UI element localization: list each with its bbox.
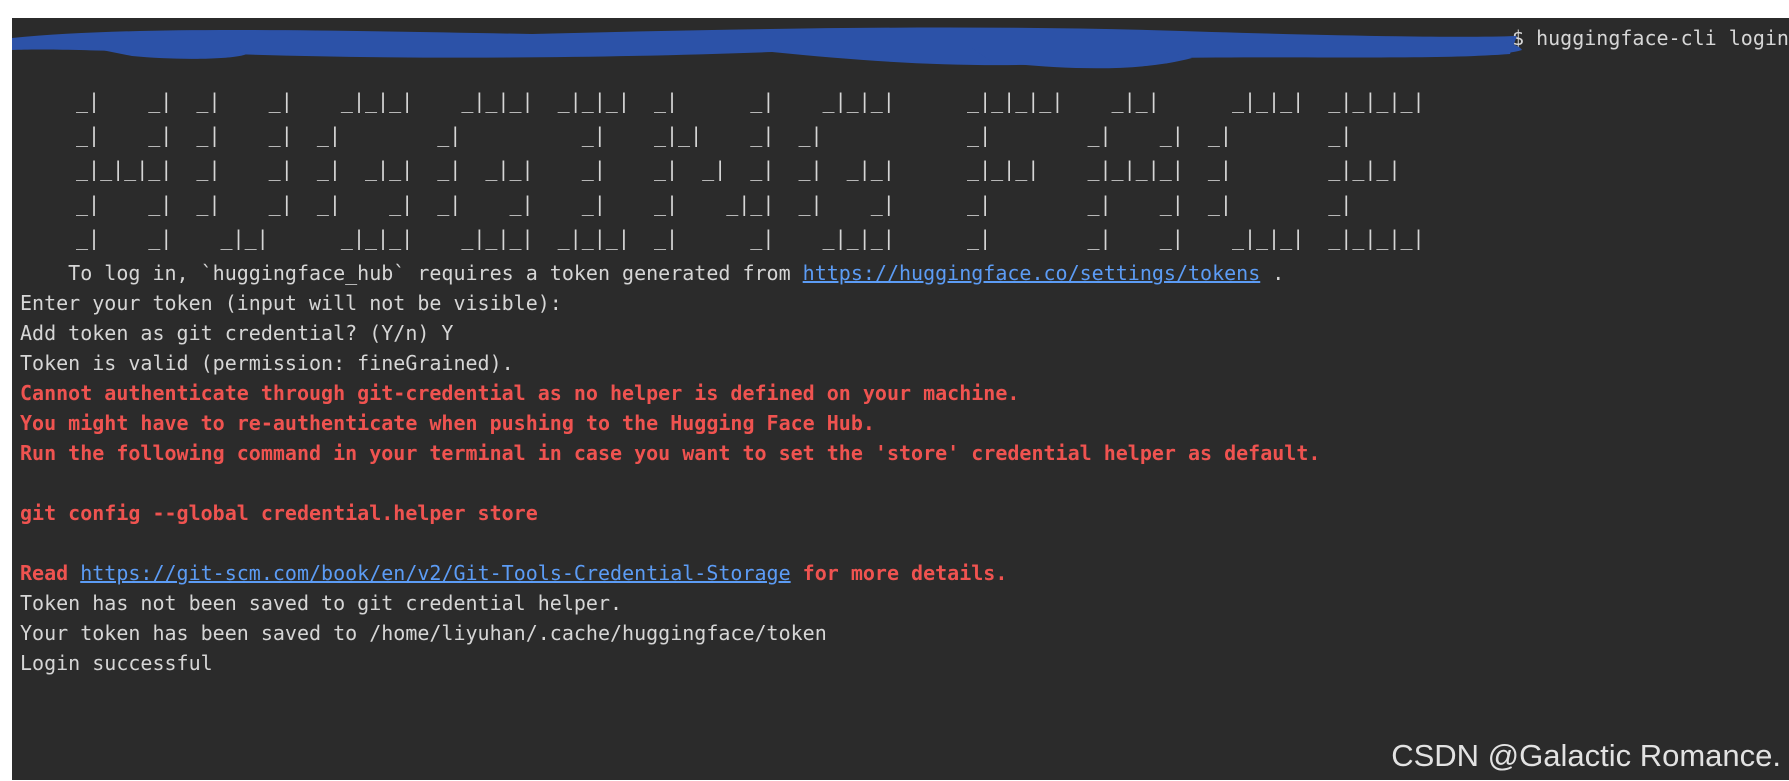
git-config-command: git config --global credential.helper st… (20, 501, 538, 525)
banner-line: _| _| _| _| _| _| _| _| _| _| _|_| _| _|… (76, 191, 1353, 216)
csdn-watermark: CSDN @Galactic Romance. (1391, 738, 1781, 773)
read-suffix: for more details. (790, 561, 1008, 585)
banner-line: _| _| _|_| _|_|_| _|_|_| _|_|_| _| _| _|… (76, 225, 1425, 250)
error-run-command: Run the following command in your termin… (20, 441, 1321, 465)
add-git-credential-prompt: Add token as git credential? (Y/n) Y (20, 321, 454, 345)
banner-line: _|_|_|_| _| _| _| _|_| _| _|_| _| _| _| … (76, 157, 1401, 182)
terminal-window[interactable]: $ huggingface-cli login _| _| _| _| _|_|… (12, 18, 1789, 780)
git-docs-url-link[interactable]: https://git-scm.com/book/en/v2/Git-Tools… (80, 561, 790, 585)
login-instruction-line: To log in, `huggingface_hub` requires a … (20, 258, 1284, 288)
banner-line: _| _| _| _| _| _| _| _|_| _| _| _| _| _|… (76, 123, 1353, 148)
login-instruction-suffix: . (1260, 261, 1285, 285)
redaction-scribble (12, 27, 1522, 69)
error-reauthenticate: You might have to re-authenticate when p… (20, 411, 875, 435)
error-no-helper: Cannot authenticate through git-credenti… (20, 381, 1020, 405)
banner-line: _| _| _| _| _|_|_| _|_|_| _|_|_| _| _| _… (76, 89, 1425, 113)
enter-token-prompt: Enter your token (input will not be visi… (20, 291, 562, 315)
read-docs-line: Read https://git-scm.com/book/en/v2/Git-… (20, 558, 1007, 588)
prompt-line: $ huggingface-cli login (1512, 26, 1789, 50)
read-prefix: Read (20, 561, 81, 585)
token-not-saved-message: Token has not been saved to git credenti… (20, 591, 623, 615)
login-instruction-text: To log in, `huggingface_hub` requires a … (20, 261, 803, 285)
prompt-command: huggingface-cli login (1536, 26, 1789, 50)
token-valid-message: Token is valid (permission: fineGrained)… (20, 351, 514, 375)
tokens-url-link[interactable]: https://huggingface.co/settings/tokens (803, 261, 1261, 285)
token-saved-path-message: Your token has been saved to /home/liyuh… (20, 621, 827, 645)
login-successful-message: Login successful (20, 651, 213, 675)
ascii-banner: _| _| _| _| _|_|_| _|_|_| _|_|_| _| _| _… (76, 84, 1425, 255)
